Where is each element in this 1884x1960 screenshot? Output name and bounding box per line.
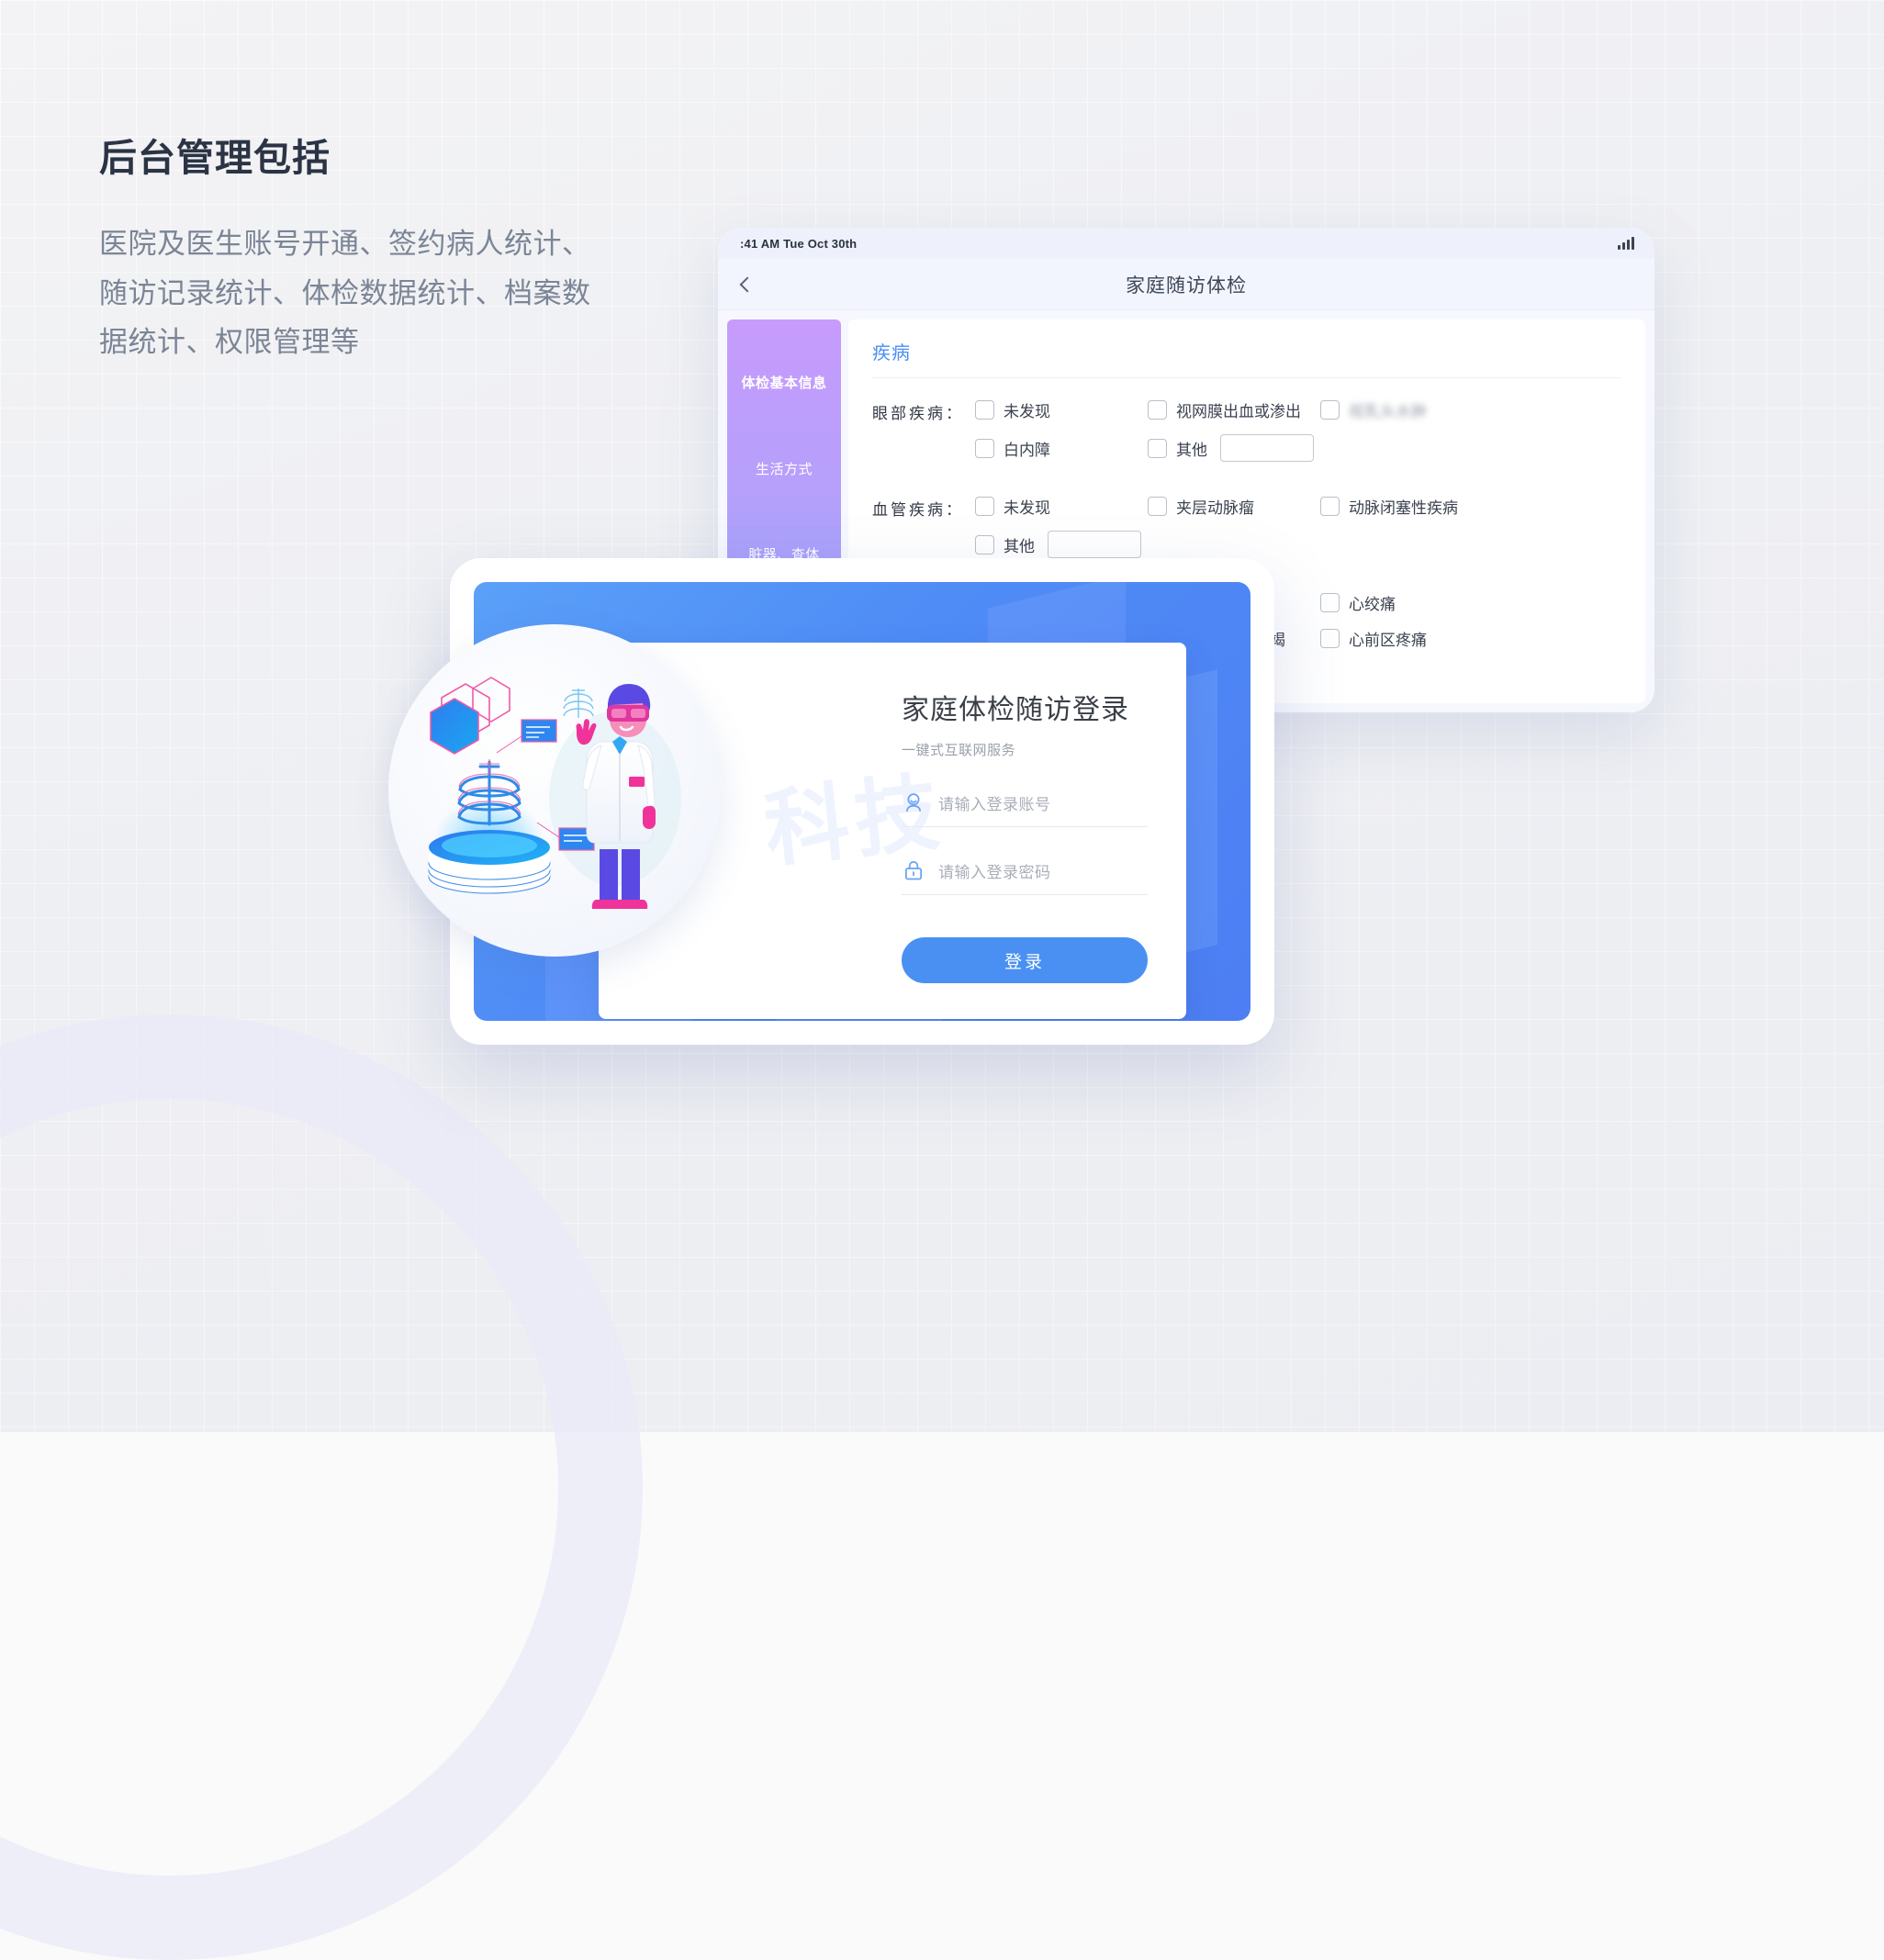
status-time-date: :41 AM Tue Oct 30th	[740, 236, 858, 251]
login-title: 家庭体检随访登录	[902, 695, 1129, 725]
section-title-disease: 疾病	[872, 338, 1621, 378]
checkbox-label: 夹层动脉瘤	[1176, 499, 1254, 517]
checkbox-option[interactable]: 视网膜出血或渗出	[1148, 398, 1320, 421]
checkbox-option[interactable]: 白内障	[975, 434, 1148, 462]
form-row-eye-disease: 眼部疾病： 未发现 视网膜出血或渗出 视乳头水肿 白内障 其他	[872, 398, 1621, 475]
checkbox-label: 动脉闭塞性疾病	[1349, 499, 1458, 517]
checkbox-option-other[interactable]: 其他	[975, 531, 1141, 558]
checkbox-icon[interactable]	[1320, 629, 1340, 648]
sidebar-tab-label: 生活方式	[755, 461, 813, 477]
checkbox-icon[interactable]	[1320, 400, 1340, 420]
checkbox-icon[interactable]	[1148, 400, 1167, 420]
nav-bar: 家庭随访体检	[718, 259, 1654, 310]
other-text-input[interactable]	[1220, 434, 1314, 462]
login-button[interactable]: 登录	[902, 937, 1148, 983]
checkbox-label: 未发现	[1004, 499, 1050, 517]
page-title: 后台管理包括	[99, 137, 331, 179]
checkbox-label: 心前区疼痛	[1349, 632, 1427, 649]
account-field[interactable]: 请输入登录账号	[902, 790, 1148, 827]
checkbox-label: 白内障	[1004, 441, 1050, 459]
sidebar-tab-basic-info[interactable]: 体检基本信息	[727, 340, 841, 426]
password-placeholder: 请输入登录密码	[938, 863, 1051, 881]
lock-icon	[905, 861, 922, 880]
checkbox-icon[interactable]	[975, 400, 994, 420]
checkbox-icon[interactable]	[975, 438, 994, 458]
copy-block: 后台管理包括 医院及医生账号开通、签约病人统计、随访记录统计、体检数据统计、档案…	[99, 136, 668, 366]
form-row-label: 眼部疾病：	[872, 405, 964, 422]
sidebar-tab-lifestyle[interactable]: 生活方式	[727, 426, 841, 512]
other-text-input[interactable]	[1048, 531, 1141, 558]
checkbox-icon[interactable]	[1148, 438, 1167, 458]
checkbox-option[interactable]: 未发现	[975, 398, 1148, 421]
sidebar-tab-label: 体检基本信息	[741, 375, 827, 392]
form-row-label: 血管疾病：	[872, 501, 964, 519]
status-bar: :41 AM Tue Oct 30th	[718, 228, 1654, 259]
checkbox-icon[interactable]	[1320, 593, 1340, 612]
checkbox-label: 其他	[1004, 537, 1035, 555]
checkbox-icon[interactable]	[1148, 497, 1167, 516]
checkbox-icon[interactable]	[1320, 497, 1340, 516]
checkbox-option[interactable]: 夹层动脉瘤	[1148, 495, 1320, 518]
medical-vr-illustration	[428, 677, 681, 909]
checkbox-option[interactable]: 视乳头水肿	[1320, 398, 1493, 421]
page-description: 医院及医生账号开通、签约病人统计、随访记录统计、体检数据统计、档案数据统计、权限…	[99, 228, 591, 358]
checkbox-label: 视网膜出血或渗出	[1176, 403, 1301, 420]
login-subtitle: 一键式互联网服务	[902, 743, 1016, 758]
checkbox-label: 未发现	[1004, 403, 1050, 420]
checkbox-option[interactable]: 动脉闭塞性疾病	[1320, 495, 1493, 518]
signal-bars-icon	[1618, 236, 1634, 250]
user-icon	[906, 793, 921, 812]
checkbox-icon[interactable]	[975, 497, 994, 516]
checkbox-icon[interactable]	[975, 534, 994, 554]
checkbox-label: 其他	[1176, 441, 1207, 459]
password-field[interactable]: 请输入登录密码	[902, 858, 1148, 895]
illustration-bubble	[388, 624, 721, 957]
checkbox-label: 心绞痛	[1349, 596, 1396, 613]
nav-title: 家庭随访体检	[1126, 274, 1247, 297]
checkbox-option[interactable]: 心前区疼痛	[1320, 627, 1493, 650]
checkbox-option-other[interactable]: 其他	[1148, 434, 1314, 462]
checkbox-option[interactable]: 心绞痛	[1320, 591, 1493, 614]
checkbox-label: 视乳头水肿	[1349, 403, 1427, 420]
account-placeholder: 请输入登录账号	[938, 795, 1051, 813]
checkbox-option[interactable]: 未发现	[975, 495, 1148, 518]
